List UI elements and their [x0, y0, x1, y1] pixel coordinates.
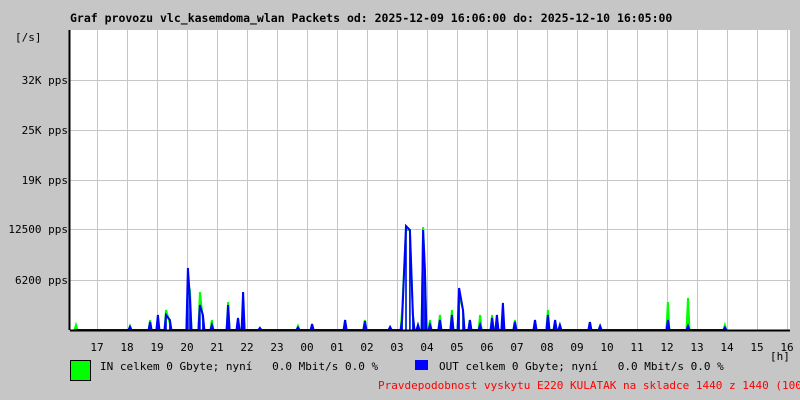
x-tick-label: 10: [600, 341, 614, 354]
x-tick-label: 12: [660, 341, 674, 354]
x-tick-label: 00: [300, 341, 314, 354]
x-tick-label: 23: [270, 341, 284, 354]
footer-note: Pravdepodobnost vyskytu E220 KULATAK na …: [378, 379, 800, 392]
x-tick-label: 11: [630, 341, 644, 354]
x-tick-label: 13: [690, 341, 704, 354]
y-tick-label: 12500 pps: [8, 222, 68, 236]
x-tick-label: 20: [180, 341, 194, 354]
out-legend-swatch: [415, 360, 428, 370]
x-tick-label: 07: [510, 341, 524, 354]
x-tick-label: 06: [480, 341, 494, 354]
y-tick-label: 6200 pps: [15, 273, 68, 287]
x-tick-label: 18: [120, 341, 134, 354]
out-legend-text: OUT celkem 0 Gbyte; nyní 0.0 Mbit/s 0.0 …: [439, 360, 724, 373]
x-tick-label: 14: [720, 341, 734, 354]
x-tick-label: 19: [150, 341, 164, 354]
x-tick-label: 15: [750, 341, 764, 354]
x-tick-label: 03: [390, 341, 404, 354]
plot-area: [68, 30, 790, 332]
x-tick-label: 05: [450, 341, 464, 354]
x-tick-label: 08: [540, 341, 554, 354]
x-tick-label: 22: [240, 341, 254, 354]
x-tick-label: 01: [330, 341, 344, 354]
x-tick-label: 16: [780, 341, 794, 354]
y-tick-label: 19K pps: [21, 173, 68, 187]
x-tick-label: 21: [210, 341, 224, 354]
x-tick-label: 02: [360, 341, 374, 354]
x-tick-label: 04: [420, 341, 434, 354]
in-legend-text: IN celkem 0 Gbyte; nyní 0.0 Mbit/s 0.0 %: [100, 360, 379, 373]
in-legend-swatch: [70, 360, 91, 381]
y-tick-label: 32K pps: [21, 73, 68, 87]
x-tick-label: 09: [570, 341, 584, 354]
y-tick-label: 25K pps: [21, 123, 68, 137]
x-tick-label: 17: [90, 341, 104, 354]
